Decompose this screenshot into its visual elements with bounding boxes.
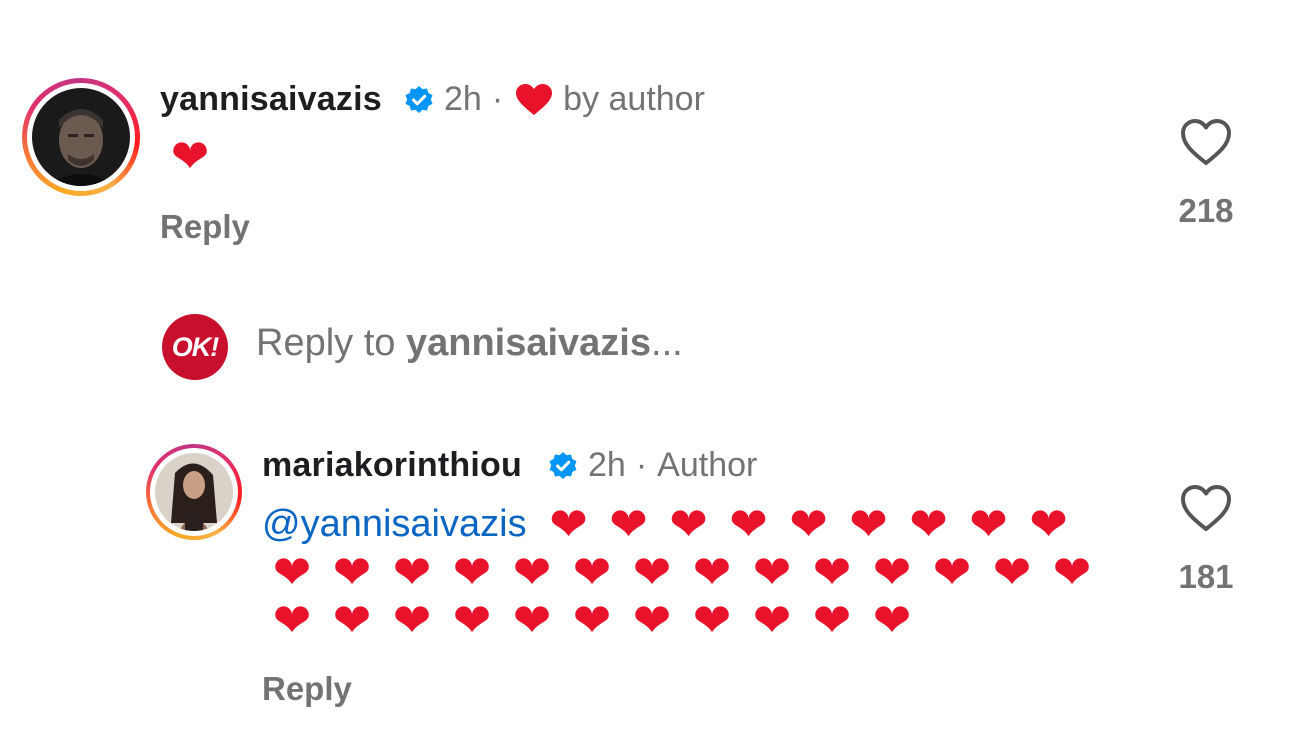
heart-emoji: ❤ (572, 546, 612, 598)
heart-emoji: ❤ (452, 546, 492, 598)
avatar-yannisaivazis[interactable] (22, 78, 140, 196)
reply-text-line-3: ❤ ❤ ❤ ❤ ❤ ❤ ❤ ❤ ❤ ❤ ❤ (262, 596, 922, 644)
reply-button[interactable]: Reply (262, 670, 352, 708)
avatar-mariakorinthiou[interactable] (146, 444, 242, 540)
heart-emoji: ❤ (789, 498, 828, 550)
heart-emoji: ❤ (392, 594, 432, 646)
comments-thread: yannisaivazis 2h · by author ❤ Reply 218… (0, 0, 1290, 746)
heart-emoji: ❤ (392, 546, 432, 598)
reply-target: yannisaivazis (405, 322, 652, 364)
heart-emoji: ❤ (632, 546, 672, 598)
author-label: Author (657, 446, 758, 484)
like-count: 181 (1178, 558, 1234, 595)
heart-emoji: ❤ (752, 546, 792, 598)
like-count: 218 (1178, 192, 1234, 229)
like-outline-icon[interactable] (1180, 118, 1232, 168)
heart-emoji: ❤ (272, 594, 312, 646)
heart-emoji: ❤ (692, 594, 732, 646)
verified-badge-icon (404, 85, 434, 115)
heart-emoji: ❤ (932, 546, 972, 598)
heart-emoji: ❤ (752, 594, 792, 646)
heart-emoji: ❤ (609, 498, 648, 550)
reply-prefix: Reply to (256, 322, 396, 364)
heart-emoji: ❤ (909, 498, 948, 550)
heart-emoji: ❤ (512, 594, 552, 646)
heart-emoji: ❤ (272, 546, 312, 598)
heart-emoji: ❤ (170, 130, 210, 182)
reply-suffix: ... (651, 322, 683, 364)
heart-emoji: ❤ (969, 498, 1008, 550)
heart-emoji: ❤ (572, 594, 612, 646)
heart-emoji: ❤ (332, 594, 372, 646)
heart-emoji: ❤ (729, 498, 768, 550)
heart-emoji: ❤ (812, 594, 852, 646)
reply-text-line-1: @yannisaivazis ❤ ❤ ❤ ❤ ❤ ❤ ❤ ❤ ❤ (262, 500, 1079, 548)
verified-badge-icon (548, 451, 578, 481)
liked-by-author-label: by author (563, 80, 705, 118)
current-user-avatar: OK! (162, 314, 228, 380)
reply-input[interactable]: Reply to yannisaivazis... (256, 322, 683, 365)
heart-emoji: ❤ (849, 498, 888, 550)
reply-meta: 2h · Author (548, 446, 757, 485)
heart-emoji: ❤ (872, 546, 912, 598)
reply-username[interactable]: mariakorinthiou (262, 446, 522, 485)
comment-text: ❤ (160, 132, 220, 180)
heart-emoji: ❤ (1029, 498, 1068, 550)
reply-text-line-2: ❤ ❤ ❤ ❤ ❤ ❤ ❤ ❤ ❤ ❤ ❤ ❤ ❤ ❤ (262, 548, 1102, 596)
heart-emoji: ❤ (549, 498, 588, 550)
meta-separator: · (635, 446, 648, 484)
reply-time: 2h (588, 446, 626, 484)
heart-emoji: ❤ (992, 546, 1032, 598)
heart-emoji: ❤ (669, 498, 708, 550)
heart-icon (515, 83, 553, 117)
reply-button[interactable]: Reply (160, 208, 250, 246)
mention-link[interactable]: @yannisaivazis (262, 503, 527, 545)
heart-emoji: ❤ (332, 546, 372, 598)
comment-time: 2h (444, 80, 482, 118)
meta-separator: · (491, 80, 504, 118)
heart-emoji: ❤ (512, 546, 552, 598)
heart-emoji: ❤ (452, 594, 492, 646)
comment-username[interactable]: yannisaivazis (160, 80, 382, 119)
heart-emoji: ❤ (812, 546, 852, 598)
like-outline-icon[interactable] (1180, 484, 1232, 534)
heart-emoji: ❤ (872, 594, 912, 646)
comment-meta: 2h · by author (404, 80, 705, 119)
heart-emoji: ❤ (692, 546, 732, 598)
heart-emoji: ❤ (1052, 546, 1092, 598)
heart-emoji: ❤ (632, 594, 672, 646)
